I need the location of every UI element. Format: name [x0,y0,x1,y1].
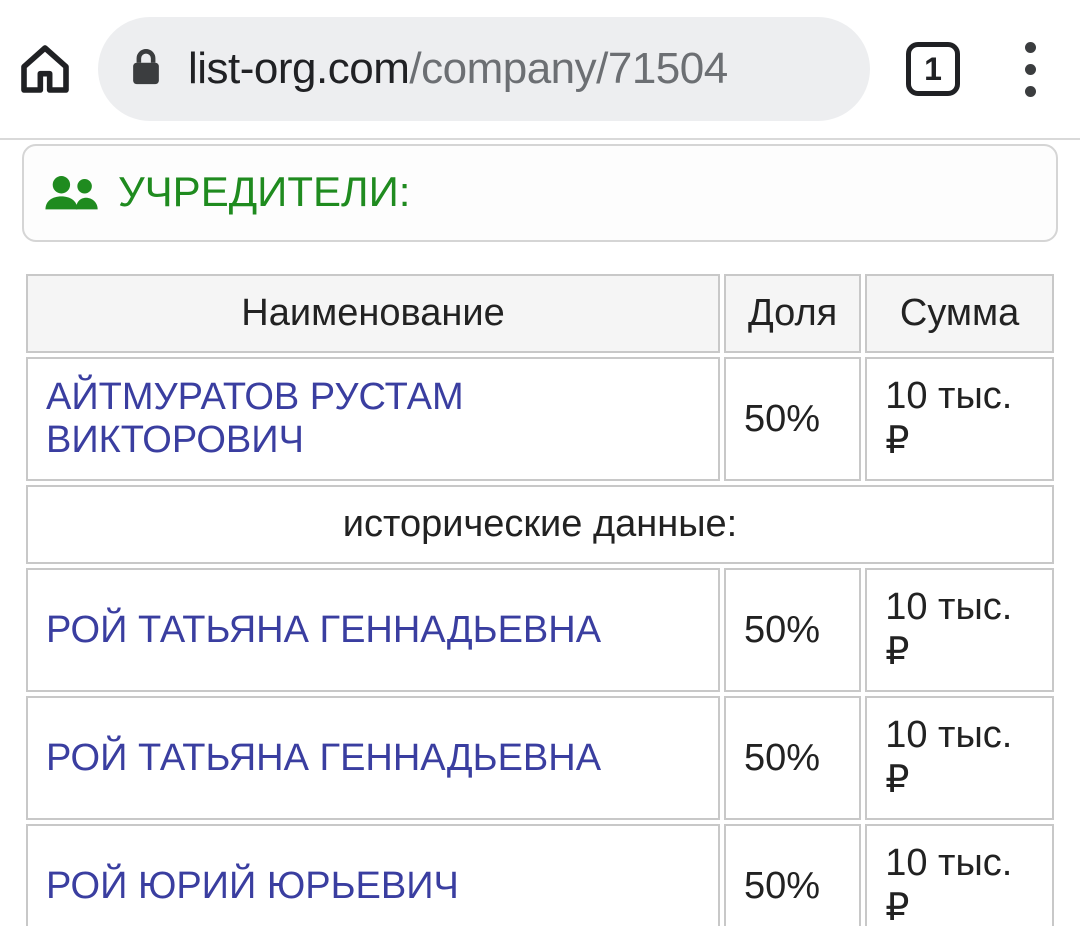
col-share: Доля [724,274,861,353]
historical-label: исторические данные: [26,485,1054,564]
table-row: АЙТМУРАТОВ РУСТАМ ВИКТОРОВИЧ 50% 10 тыс.… [26,357,1054,481]
tabs-count: 1 [924,51,942,88]
founder-share: 50% [724,568,861,692]
historical-section-row: исторические данные: [26,485,1054,564]
col-name: Наименование [26,274,720,353]
col-sum: Сумма [865,274,1054,353]
table-row: РОЙ ЮРИЙ ЮРЬЕВИЧ 50% 10 тыс.₽ [26,824,1054,926]
founder-share: 50% [724,696,861,820]
founder-share: 50% [724,357,861,481]
browser-toolbar: list-org.com/company/71504 1 [0,0,1080,140]
founder-link[interactable]: РОЙ ЮРИЙ ЮРЬЕВИЧ [46,865,459,907]
url-host: list-org.com [188,44,409,93]
lock-icon [128,47,164,92]
founders-card: УЧРЕДИТЕЛИ: [22,144,1058,242]
home-icon [17,41,73,97]
table-row: РОЙ ТАТЬЯНА ГЕННАДЬЕВНА 50% 10 тыс.₽ [26,696,1054,820]
dots-icon [1025,42,1036,53]
founder-share: 50% [724,824,861,926]
people-icon [44,172,102,212]
founders-table: Наименование Доля Сумма АЙТМУРАТОВ РУСТА… [22,270,1058,926]
founder-link[interactable]: АЙТМУРАТОВ РУСТАМ ВИКТОРОВИЧ [46,376,464,461]
page-content: УЧРЕДИТЕЛИ: Наименование Доля Сумма АЙТМ… [0,144,1080,926]
founders-title: УЧРЕДИТЕЛИ: [118,168,410,216]
url-text: list-org.com/company/71504 [188,44,728,94]
founder-sum: 10 тыс.₽ [865,696,1054,820]
tabs-button[interactable]: 1 [906,42,960,96]
founder-link[interactable]: РОЙ ТАТЬЯНА ГЕННАДЬЕВНА [46,609,601,651]
overflow-menu-button[interactable] [1000,39,1060,99]
founder-sum: 10 тыс.₽ [865,824,1054,926]
founder-link[interactable]: РОЙ ТАТЬЯНА ГЕННАДЬЕВНА [46,737,601,779]
home-button[interactable] [10,34,80,104]
address-bar[interactable]: list-org.com/company/71504 [98,17,870,121]
table-row: РОЙ ТАТЬЯНА ГЕННАДЬЕВНА 50% 10 тыс.₽ [26,568,1054,692]
table-header-row: Наименование Доля Сумма [26,274,1054,353]
founders-card-header[interactable]: УЧРЕДИТЕЛИ: [44,168,1036,216]
founder-sum: 10 тыс.₽ [865,568,1054,692]
founder-sum: 10 тыс.₽ [865,357,1054,481]
url-path: /company/71504 [409,44,727,93]
